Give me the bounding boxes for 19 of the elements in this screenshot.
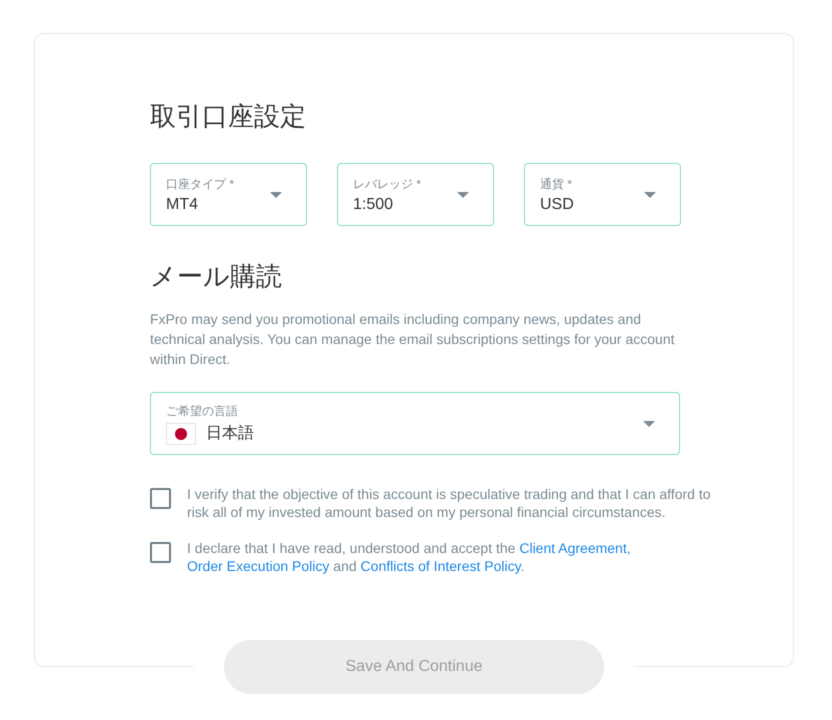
checkbox[interactable] [150, 542, 171, 563]
policy-link[interactable]: Conflicts of Interest Policy [360, 558, 521, 574]
caret-icon [457, 192, 469, 198]
caret-icon [644, 192, 656, 198]
agreement-text: I verify that the objective of this account is speculative trading and that I can afford to risk all of my invested amount based on my personal financial circumstances. [187, 485, 712, 521]
dropdown-field[interactable]: 口座タイプ * MT4 [150, 163, 307, 226]
policy-link[interactable]: Client Agreement [519, 540, 627, 556]
dropdown-field[interactable]: 通貨 * USD [524, 163, 681, 226]
language-dropdown[interactable]: ご希望の言語 日本語 [150, 392, 680, 455]
dropdown-field[interactable]: レバレッジ * 1:500 [337, 163, 494, 226]
checkbox[interactable] [150, 488, 171, 509]
caret-icon [643, 420, 655, 426]
caret-icon [270, 192, 282, 198]
agreement-text: I declare that I have read, understood and accept the Client Agreement, Order Execution Policy and Conflicts of Interest Policy. [187, 539, 632, 575]
description-text: FxPro may send you promotional emails including company news, updates and technical analysis. You can manage the email subscriptions settings for your account within Direct. [150, 310, 676, 369]
section-title: 取引口座設定 [150, 100, 307, 133]
policy-link[interactable]: Order Execution Policy [187, 558, 330, 574]
section-title: メール購読 [150, 260, 283, 293]
flag-icon [166, 422, 196, 444]
